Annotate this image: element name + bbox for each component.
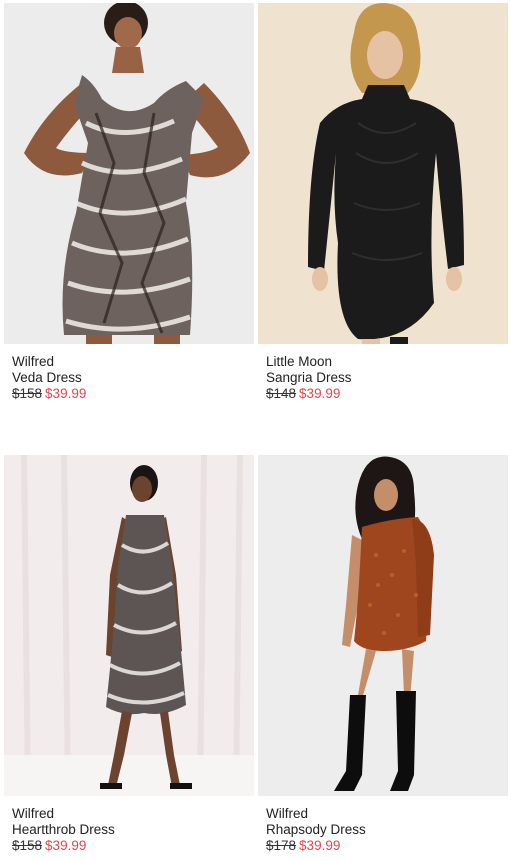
product-card[interactable]: Little Moon Sangria Dress $148 $39.99 — [258, 3, 508, 402]
product-prices: $158 $39.99 — [12, 838, 254, 854]
product-brand: Wilfred — [12, 354, 55, 369]
product-brand: Little Moon — [266, 354, 333, 369]
product-grid: Wilfred Veda Dress $158 $39.99 Little Mo… — [0, 0, 511, 861]
product-brand: Wilfred — [12, 806, 55, 821]
product-prices: $158 $39.99 — [12, 386, 254, 402]
product-image[interactable] — [258, 455, 508, 796]
sale-price: $39.99 — [299, 838, 341, 853]
product-prices: $178 $39.99 — [266, 838, 508, 854]
sale-price: $39.99 — [45, 838, 87, 853]
product-prices: $148 $39.99 — [266, 386, 508, 402]
model-photo-icon — [258, 455, 508, 796]
product-name[interactable]: Veda Dress — [12, 370, 254, 386]
original-price: $158 — [12, 838, 43, 853]
product-image[interactable] — [258, 3, 508, 344]
product-card[interactable]: Wilfred Rhapsody Dress $178 $39.99 — [258, 455, 508, 854]
sale-price: $39.99 — [299, 386, 341, 401]
model-photo-icon — [4, 455, 254, 796]
model-photo-icon — [258, 3, 508, 344]
product-name[interactable]: Rhapsody Dress — [266, 822, 508, 838]
original-price: $148 — [266, 386, 297, 401]
product-brand: Wilfred — [266, 806, 309, 821]
original-price: $158 — [12, 386, 43, 401]
product-image[interactable] — [4, 3, 254, 344]
product-card[interactable]: Wilfred Heartthrob Dress $158 $39.99 — [4, 455, 254, 854]
sale-price: $39.99 — [45, 386, 87, 401]
product-image[interactable] — [4, 455, 254, 796]
model-photo-icon — [4, 3, 254, 344]
product-card[interactable]: Wilfred Veda Dress $158 $39.99 — [4, 3, 254, 402]
product-name[interactable]: Heartthrob Dress — [12, 822, 254, 838]
original-price: $178 — [266, 838, 297, 853]
product-name[interactable]: Sangria Dress — [266, 370, 508, 386]
